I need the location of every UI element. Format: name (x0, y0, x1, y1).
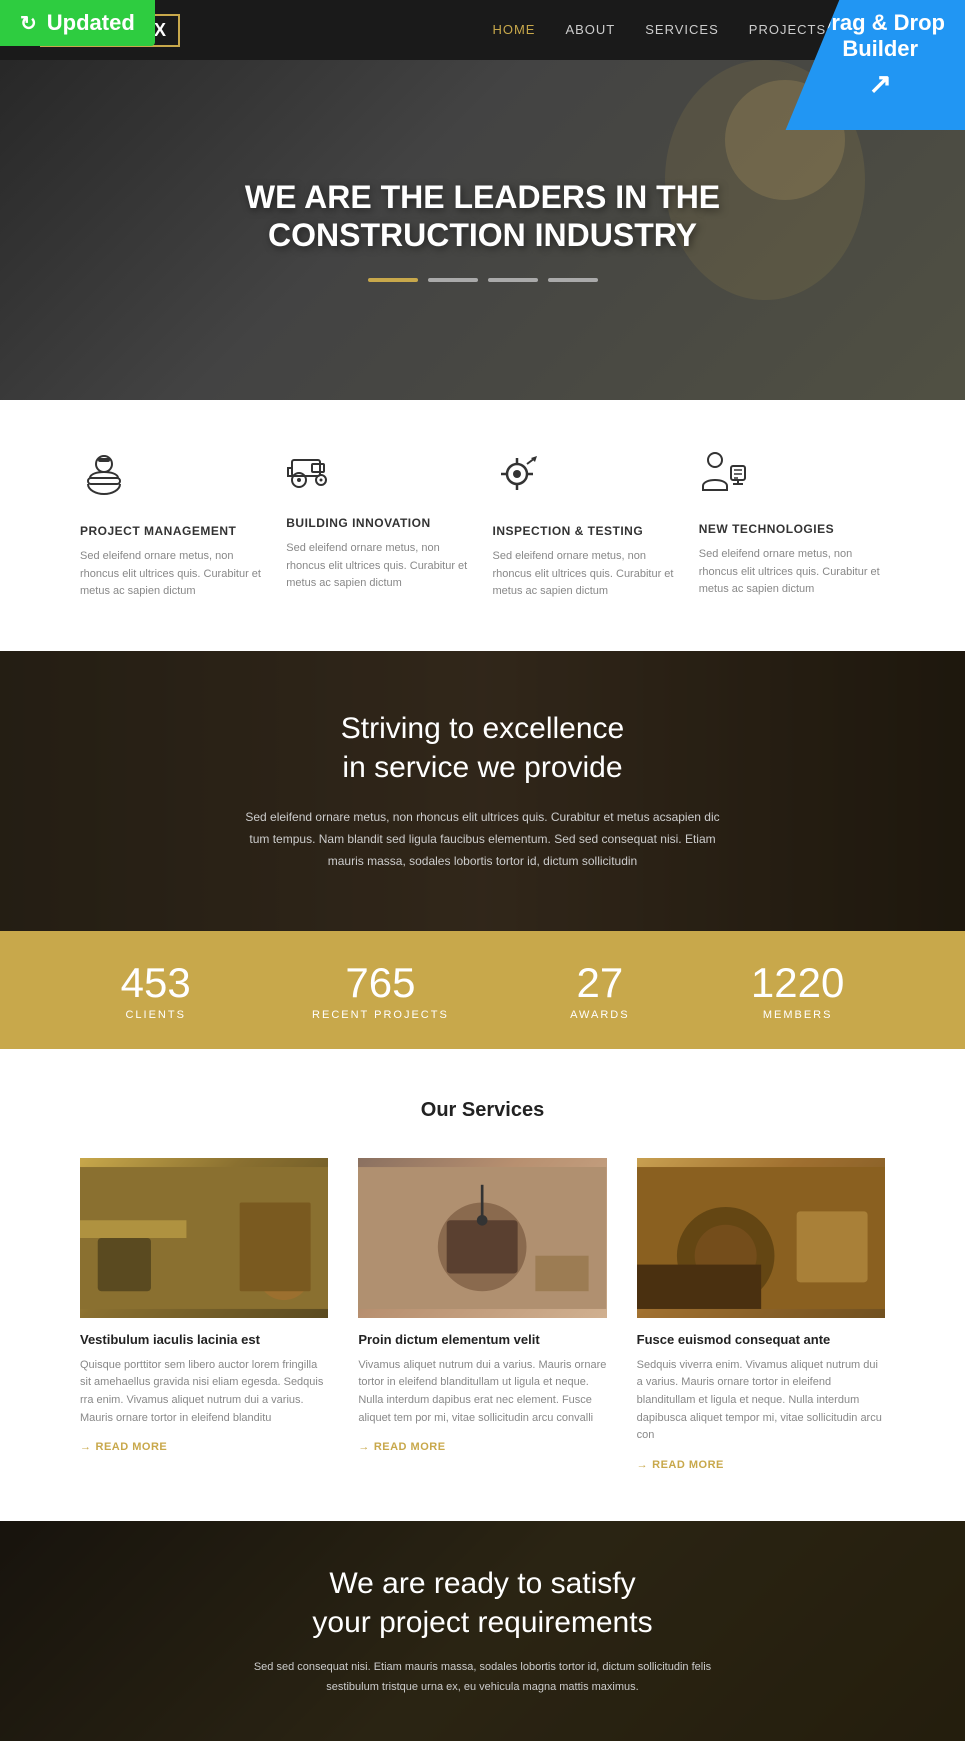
updated-label: Updated (47, 10, 135, 36)
stat-clients-number: 453 (121, 959, 191, 1007)
hero-title-line2: CONSTRUCTION INDUSTRY (268, 217, 697, 253)
services-section: Our Services Vestibulum iaculis lacinia … (0, 1049, 965, 1521)
stat-awards-number: 27 (570, 959, 629, 1007)
cta-title: We are ready to satisfy your project req… (312, 1564, 652, 1642)
arrow-right-icon: → (80, 1441, 92, 1453)
feature-inspection: INSPECTION & TESTING Sed eleifend ornare… (493, 450, 679, 601)
service-image-2 (358, 1158, 606, 1318)
nav-link-services[interactable]: SERVICES (645, 22, 719, 37)
nav-item-about[interactable]: ABOUT (565, 21, 615, 39)
service-card-1-title: Vestibulum iaculis lacinia est (80, 1332, 328, 1347)
gear-wrench-icon (493, 450, 679, 508)
service-card-1-desc: Quisque porttitor sem libero auctor lore… (80, 1357, 328, 1427)
stat-projects: 765 RECENT PROJECTS (312, 959, 449, 1021)
service-card-3-desc: Sedquis viverra enim. Vivamus aliquet nu… (637, 1357, 885, 1445)
feature-it-title: INSPECTION & TESTING (493, 524, 679, 538)
service-card-2-desc: Vivamus aliquet nutrum dui a varius. Mau… (358, 1357, 606, 1427)
excellence-line2: in service we provide (342, 751, 622, 784)
hero-content: WE ARE THE LEADERS IN THE CONSTRUCTION I… (245, 178, 720, 283)
carousel-dot-4[interactable] (548, 278, 598, 282)
feature-nt-desc: Sed eleifend ornare metus, non rhoncus e… (699, 546, 885, 599)
stat-clients: 453 CLIENTS (121, 959, 191, 1021)
stat-members: 1220 MEMBERS (751, 959, 844, 1021)
features-section: PROJECT MANAGEMENT Sed eleifend ornare m… (0, 400, 965, 651)
service-card-2: Proin dictum elementum velit Vivamus ali… (358, 1158, 606, 1471)
stat-members-number: 1220 (751, 959, 844, 1007)
service-image-3 (637, 1158, 885, 1318)
excellence-desc: Sed eleifend ornare metus, non rhoncus e… (243, 807, 723, 872)
dnd-line2: Builder (842, 36, 918, 61)
service-image-1 (80, 1158, 328, 1318)
feature-new-tech: NEW TECHNOLOGIES Sed eleifend ornare met… (699, 450, 885, 601)
feature-pm-title: PROJECT MANAGEMENT (80, 524, 266, 538)
cta-title-line2: your project requirements (312, 1606, 652, 1639)
nav-link-home[interactable]: HOME (492, 22, 535, 37)
nav-item-services[interactable]: SERVICES (645, 21, 719, 39)
dnd-line1: Drag & Drop (815, 10, 945, 35)
excellence-line1: Striving to excellence (341, 712, 624, 745)
service-card-1-readmore[interactable]: → READ MORE (80, 1441, 328, 1453)
cta-desc: Sed sed consequat nisi. Etiam mauris mas… (253, 1658, 713, 1698)
carousel-dot-2[interactable] (428, 278, 478, 282)
hero-title-line1: WE ARE THE LEADERS IN THE (245, 179, 720, 215)
stat-awards: 27 AWARDS (570, 959, 629, 1021)
service-card-2-title: Proin dictum elementum velit (358, 1332, 606, 1347)
service-card-3: Fusce euismod consequat ante Sedquis viv… (637, 1158, 885, 1471)
service-card-3-title: Fusce euismod consequat ante (637, 1332, 885, 1347)
refresh-icon: ↻ (20, 11, 37, 36)
carousel-dot-3[interactable] (488, 278, 538, 282)
feature-bi-title: BUILDING INNOVATION (286, 516, 472, 530)
stats-section: 453 CLIENTS 765 RECENT PROJECTS 27 AWARD… (0, 931, 965, 1049)
feature-project-management: PROJECT MANAGEMENT Sed eleifend ornare m… (80, 450, 266, 601)
move-icon: ↗ (815, 67, 945, 101)
nav-link-about[interactable]: ABOUT (565, 22, 615, 37)
service-card-1: Vestibulum iaculis lacinia est Quisque p… (80, 1158, 328, 1471)
hero-title: WE ARE THE LEADERS IN THE CONSTRUCTION I… (245, 178, 720, 255)
arrow-right-icon-2: → (358, 1441, 370, 1453)
cta-section: We are ready to satisfy your project req… (0, 1521, 965, 1741)
feature-nt-title: NEW TECHNOLOGIES (699, 522, 885, 536)
cta-title-line1: We are ready to satisfy (329, 1567, 635, 1600)
tractor-icon (286, 450, 472, 500)
nav-link-projects[interactable]: PROJECTS (749, 22, 826, 37)
excellence-section: Striving to excellence in service we pro… (0, 651, 965, 931)
stat-clients-label: CLIENTS (121, 1009, 191, 1021)
person-helmet-icon (80, 450, 266, 508)
stat-awards-label: AWARDS (570, 1009, 629, 1021)
services-title: Our Services (80, 1099, 885, 1122)
feature-pm-desc: Sed eleifend ornare metus, non rhoncus e… (80, 548, 266, 601)
services-grid: Vestibulum iaculis lacinia est Quisque p… (80, 1158, 885, 1471)
feature-it-desc: Sed eleifend ornare metus, non rhoncus e… (493, 548, 679, 601)
stat-members-label: MEMBERS (751, 1009, 844, 1021)
updated-badge: ↻ Updated (0, 0, 155, 46)
tech-person-icon (699, 450, 885, 506)
feature-bi-desc: Sed eleifend ornare metus, non rhoncus e… (286, 540, 472, 593)
excellence-title: Striving to excellence in service we pro… (341, 709, 624, 787)
service-card-2-readmore[interactable]: → READ MORE (358, 1441, 606, 1453)
nav-item-projects[interactable]: PROJECTS (749, 21, 826, 39)
nav-item-home[interactable]: HOME (492, 21, 535, 39)
stat-projects-number: 765 (312, 959, 449, 1007)
hero-carousel-dots[interactable] (245, 278, 720, 282)
carousel-dot-1[interactable] (368, 278, 418, 282)
stat-projects-label: RECENT PROJECTS (312, 1009, 449, 1021)
feature-building-innovation: BUILDING INNOVATION Sed eleifend ornare … (286, 450, 472, 601)
